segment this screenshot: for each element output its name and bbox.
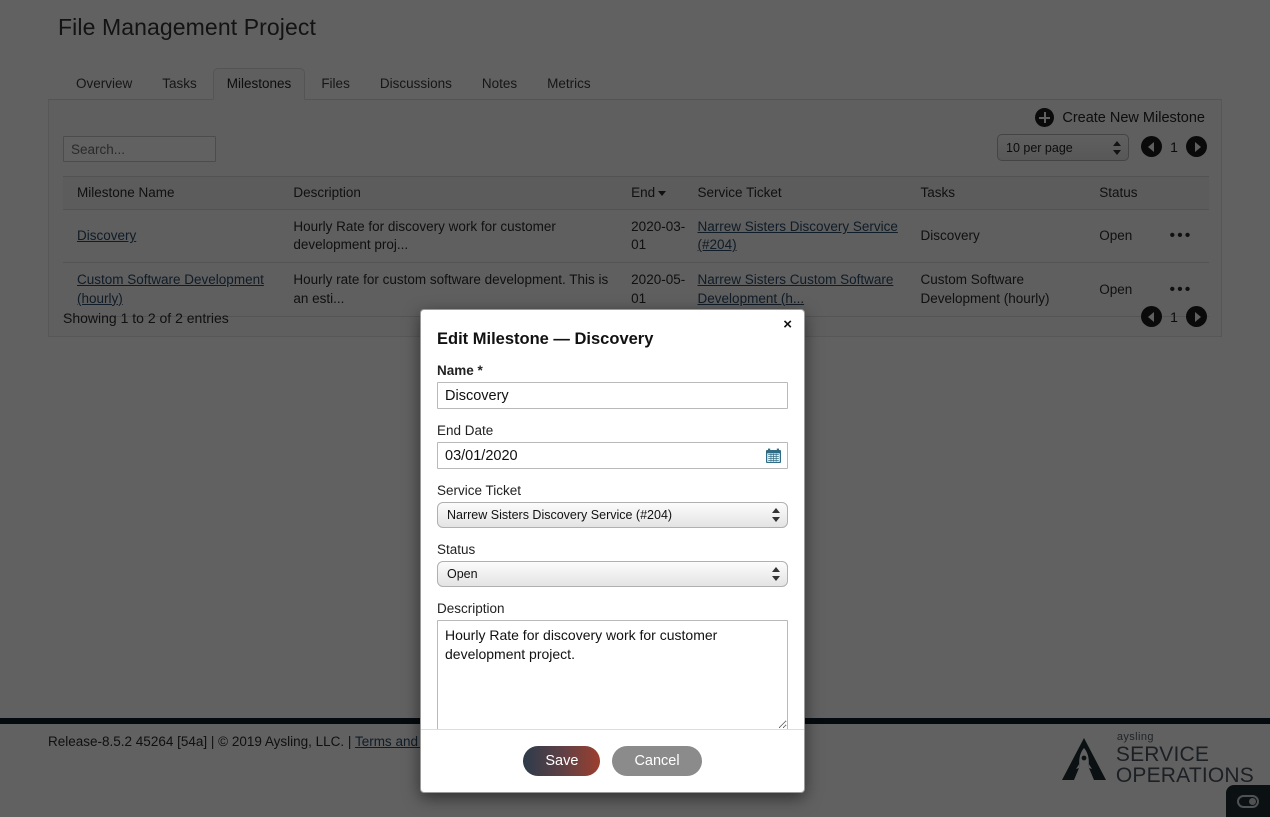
field-status: Status Open bbox=[437, 542, 788, 587]
end-date-input[interactable] bbox=[437, 442, 788, 469]
status-select[interactable]: Open bbox=[437, 561, 788, 587]
dialog-title: Edit Milestone — Discovery bbox=[437, 330, 654, 348]
end-date-label: End Date bbox=[437, 423, 494, 438]
service-ticket-select[interactable]: Narrew Sisters Discovery Service (#204) bbox=[437, 502, 788, 528]
description-label: Description bbox=[437, 601, 505, 616]
name-label: Name * bbox=[437, 363, 483, 378]
field-service-ticket: Service Ticket Narrew Sisters Discovery … bbox=[437, 483, 788, 528]
save-button[interactable]: Save bbox=[523, 746, 601, 776]
close-icon[interactable]: × bbox=[783, 317, 792, 332]
name-input[interactable] bbox=[437, 382, 788, 409]
cancel-button[interactable]: Cancel bbox=[612, 746, 702, 776]
edit-milestone-dialog: × Edit Milestone — Discovery Name * End … bbox=[420, 309, 805, 793]
field-name: Name * bbox=[437, 363, 788, 409]
service-ticket-label: Service Ticket bbox=[437, 483, 522, 498]
dialog-footer: Save Cancel bbox=[421, 729, 804, 792]
field-end-date: End Date bbox=[437, 423, 788, 469]
description-textarea[interactable]: Hourly Rate for discovery work for custo… bbox=[437, 620, 788, 730]
status-label: Status bbox=[437, 542, 476, 557]
field-description: Description Hourly Rate for discovery wo… bbox=[437, 601, 788, 735]
